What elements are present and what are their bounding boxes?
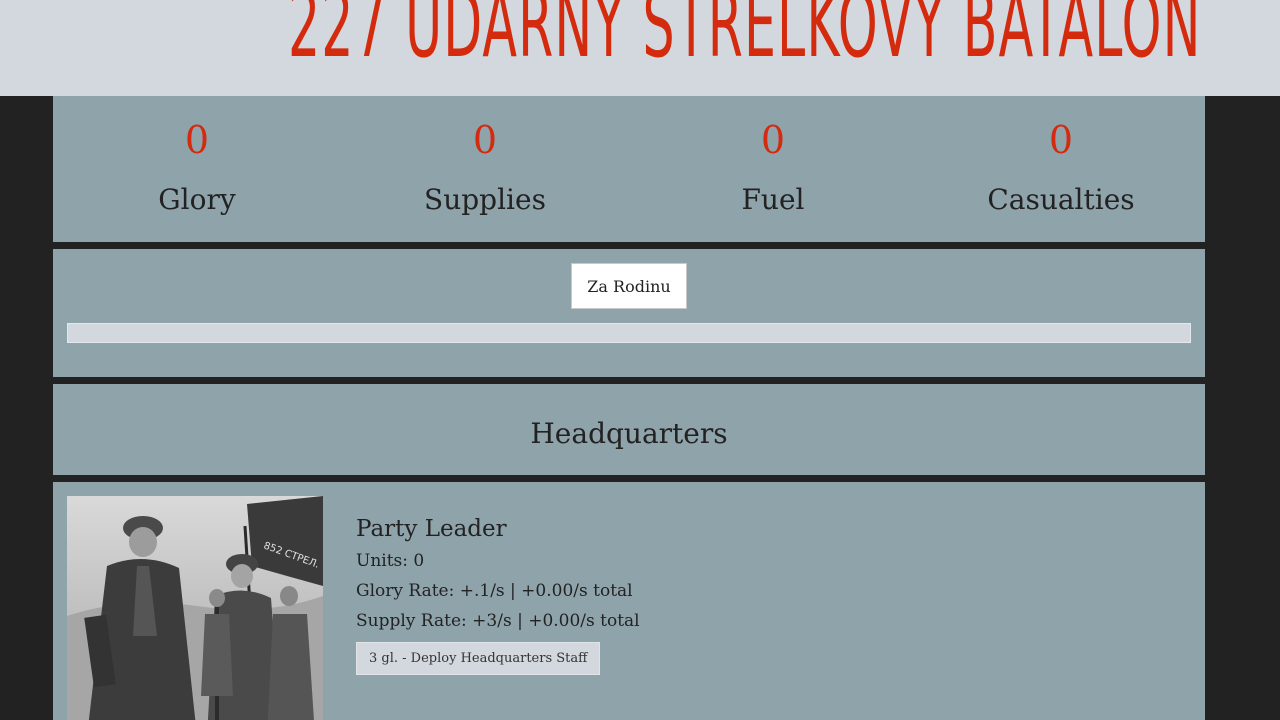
casualties-value: 0	[1048, 118, 1074, 162]
supplies-value: 0	[472, 118, 498, 162]
progress-bar	[67, 323, 1191, 343]
glory-value: 0	[184, 118, 210, 162]
soldiers-photo-image: 852 СТРЕЛ.	[67, 496, 323, 720]
unit-photo: 852 СТРЕЛ.	[67, 496, 323, 720]
casualties-label: Casualties	[987, 183, 1135, 216]
resources-panel: 0 Glory 0 Supplies 0 Fuel 0 Casualties	[53, 96, 1205, 242]
supply-rate: Supply Rate: +3/s | +0.00/s total	[356, 611, 640, 631]
unit-name: Party Leader	[356, 516, 507, 542]
fuel-label: Fuel	[741, 183, 805, 216]
fuel-value: 0	[760, 118, 786, 162]
section-title: Headquarters	[530, 417, 728, 450]
unit-info: Party Leader Units: 0 Glory Rate: +.1/s …	[356, 512, 640, 675]
deploy-headquarters-staff-button[interactable]: 3 gl. - Deploy Headquarters Staff	[356, 642, 601, 675]
glory-label: Glory	[158, 183, 236, 216]
page-header: 227 UDARNY STRELKOVY BATALON	[0, 0, 1280, 96]
supplies-label: Supplies	[424, 183, 546, 216]
unit-card-party-leader: 852 СТРЕЛ. Party Leader Units: 0 Glory R…	[53, 482, 1205, 720]
za-rodinu-button[interactable]: Za Rodinu	[571, 263, 687, 309]
unit-count: Units: 0	[356, 551, 425, 571]
page-title: 227 UDARNY STRELKOVY BATALON	[288, 0, 1202, 78]
headquarters-section: Headquarters	[53, 384, 1205, 475]
glory-rate: Glory Rate: +.1/s | +0.00/s total	[356, 581, 633, 601]
action-panel: Za Rodinu	[53, 249, 1205, 377]
